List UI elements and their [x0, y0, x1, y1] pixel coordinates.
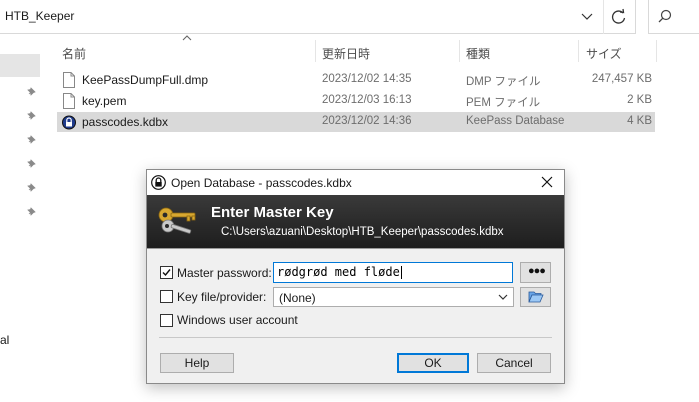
windows-account-checkbox[interactable] — [160, 314, 173, 327]
navigation-pane: al — [0, 34, 45, 402]
search-icon — [658, 9, 672, 23]
column-divider[interactable] — [578, 40, 579, 62]
column-divider[interactable] — [459, 40, 460, 62]
windows-account-label[interactable]: Windows user account — [177, 313, 298, 327]
pin-icon[interactable] — [26, 157, 38, 169]
text-caret — [400, 266, 402, 279]
master-password-checkbox[interactable] — [160, 266, 173, 279]
refresh-icon[interactable] — [610, 8, 628, 26]
pin-icon[interactable] — [26, 109, 38, 121]
pin-icon[interactable] — [26, 85, 38, 97]
sort-ascending-icon — [182, 35, 192, 41]
address-path[interactable]: HTB_Keeper — [5, 9, 74, 23]
keyfile-checkbox[interactable] — [160, 290, 173, 303]
file-type: KeePass Database — [466, 115, 565, 127]
master-password-input[interactable]: rødgrød med fløde — [273, 262, 513, 283]
dialog-banner: Enter Master Key C:\Users\azuani\Desktop… — [147, 195, 564, 248]
help-button[interactable]: Help — [160, 353, 234, 373]
master-password-value: rødgrød med fløde — [277, 265, 400, 279]
pin-icon[interactable] — [26, 181, 38, 193]
banner-title: Enter Master Key — [211, 204, 334, 221]
address-bar[interactable]: HTB_Keeper — [0, 0, 636, 34]
close-icon — [541, 176, 553, 188]
file-list-header: 名前 更新日時 種類 サイズ — [57, 35, 657, 64]
file-icon — [63, 72, 75, 88]
file-row[interactable]: KeePassDumpFull.dmp 2023/12/02 14:35 DMP… — [57, 70, 655, 90]
column-divider[interactable] — [656, 40, 657, 62]
file-name[interactable]: key.pem — [82, 94, 126, 108]
nav-item-selected[interactable] — [0, 54, 40, 77]
file-modified: 2023/12/02 14:35 — [322, 73, 412, 85]
close-button[interactable] — [530, 170, 564, 195]
file-row[interactable]: key.pem 2023/12/03 16:13 PEM ファイル 2 KB — [57, 91, 655, 111]
banner-divider — [147, 248, 564, 249]
dialog-titlebar[interactable]: Open Database - passcodes.kdbx — [147, 170, 564, 195]
file-size: 4 KB — [627, 115, 652, 127]
nav-item-label[interactable]: al — [0, 333, 9, 347]
keepass-lock-icon — [151, 175, 166, 190]
file-icon — [63, 93, 75, 109]
open-database-dialog: Open Database - passcodes.kdbx Enter Mas… — [146, 169, 565, 384]
file-type: PEM ファイル — [466, 97, 541, 109]
file-modified: 2023/12/03 16:13 — [322, 94, 412, 106]
file-name[interactable]: KeePassDumpFull.dmp — [82, 73, 208, 87]
keys-icon — [158, 207, 196, 234]
dialog-title: Open Database - passcodes.kdbx — [171, 176, 352, 190]
keyfile-label[interactable]: Key file/provider: — [177, 290, 266, 304]
browse-keyfile-button[interactable] — [520, 287, 551, 307]
chevron-down-icon[interactable] — [580, 9, 594, 23]
file-name[interactable]: passcodes.kdbx — [82, 115, 168, 129]
pin-icon[interactable] — [26, 205, 38, 217]
cancel-button[interactable]: Cancel — [477, 353, 551, 373]
file-size: 2 KB — [627, 94, 652, 106]
ok-button[interactable]: OK — [397, 353, 469, 373]
reveal-dots-icon: ●●● — [528, 265, 546, 277]
checkmark-icon — [162, 269, 171, 277]
address-divider — [603, 0, 604, 34]
column-header-type[interactable]: 種類 — [466, 45, 490, 62]
file-row-selected[interactable]: passcodes.kdbx 2023/12/02 14:36 KeePass … — [57, 112, 655, 132]
file-modified: 2023/12/02 14:36 — [322, 115, 412, 127]
pin-icon[interactable] — [26, 133, 38, 145]
column-header-modified[interactable]: 更新日時 — [322, 45, 370, 62]
show-password-button[interactable]: ●●● — [520, 262, 551, 283]
search-box[interactable] — [648, 0, 699, 34]
keyfile-select[interactable]: (None) — [273, 287, 514, 307]
column-header-name[interactable]: 名前 — [62, 45, 86, 62]
master-password-label[interactable]: Master password: — [177, 266, 272, 280]
column-divider[interactable] — [315, 40, 316, 62]
keepass-lock-icon — [62, 115, 76, 130]
folder-open-icon — [528, 291, 544, 303]
database-path: C:\Users\azuani\Desktop\HTB_Keeper\passc… — [221, 226, 504, 238]
chevron-down-icon — [498, 294, 508, 300]
file-type: DMP ファイル — [466, 76, 541, 88]
file-size: 247,457 KB — [591, 73, 652, 85]
dialog-divider — [159, 337, 552, 338]
keyfile-select-value: (None) — [279, 291, 316, 305]
column-header-size[interactable]: サイズ — [586, 45, 622, 62]
